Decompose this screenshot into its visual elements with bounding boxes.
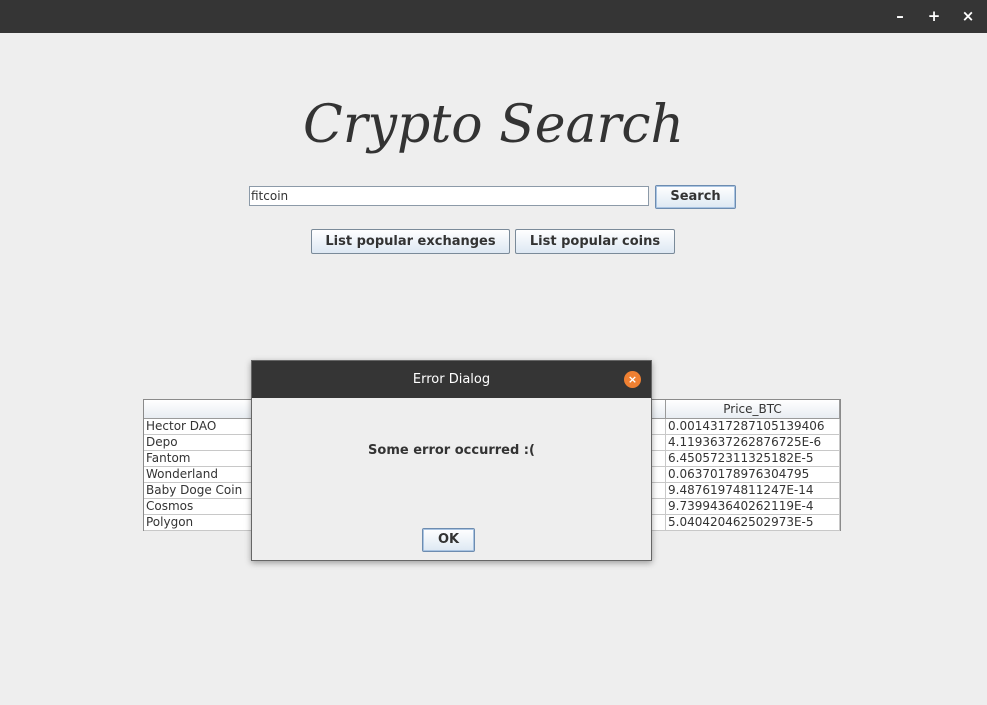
app-title: Crypto Search: [303, 95, 684, 155]
dialog-close-icon[interactable]: ×: [624, 371, 641, 388]
close-icon[interactable]: ×: [958, 6, 978, 26]
table-cell-price[interactable]: 6.450572311325182E-5: [666, 451, 840, 467]
search-input[interactable]: fitcoin: [249, 186, 649, 206]
table-cell-price[interactable]: 4.1193637262876725E-6: [666, 435, 840, 451]
price-column: Price_BTC 0.0014317287105139406 4.119363…: [666, 400, 840, 531]
dialog-message: Some error occurred :(: [368, 443, 535, 458]
ok-button[interactable]: OK: [422, 528, 475, 552]
table-cell-price[interactable]: 9.48761974811247E-14: [666, 483, 840, 499]
column-header-price[interactable]: Price_BTC: [666, 400, 840, 419]
dialog-titlebar[interactable]: Error Dialog ×: [252, 361, 651, 398]
list-coins-button[interactable]: List popular coins: [515, 229, 675, 254]
window-titlebar: – + ×: [0, 0, 987, 33]
minimize-icon[interactable]: –: [890, 6, 910, 26]
table-cell-price[interactable]: 0.06370178976304795: [666, 467, 840, 483]
table-cell-price[interactable]: 9.739943640262119E-4: [666, 499, 840, 515]
maximize-icon[interactable]: +: [924, 6, 944, 26]
list-exchanges-button[interactable]: List popular exchanges: [311, 229, 510, 254]
search-button[interactable]: Search: [655, 185, 736, 209]
table-cell-price[interactable]: 5.040420462502973E-5: [666, 515, 840, 531]
dialog-title: Error Dialog: [412, 372, 491, 387]
error-dialog: Error Dialog × Some error occurred :( OK: [251, 360, 652, 561]
table-cell-price[interactable]: 0.0014317287105139406: [666, 419, 840, 435]
